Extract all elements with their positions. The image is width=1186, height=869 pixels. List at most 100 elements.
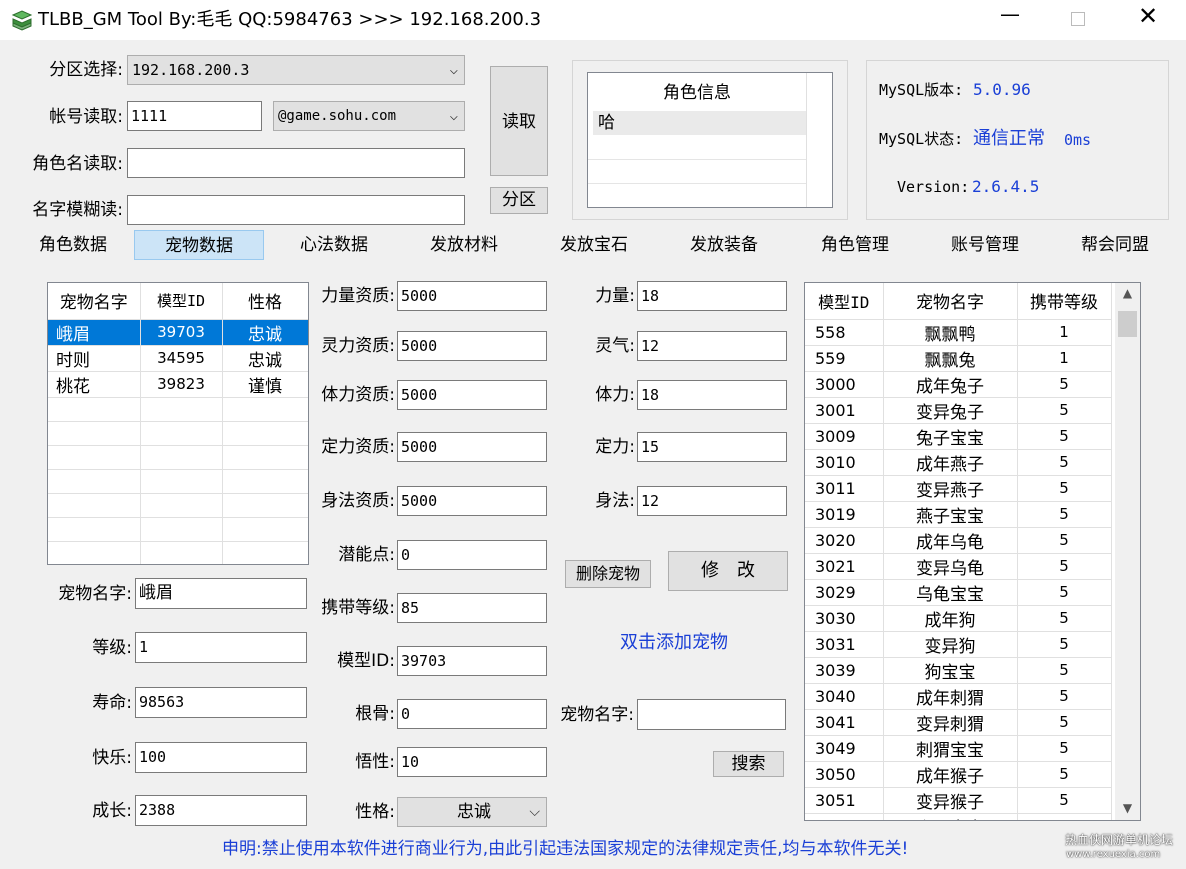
minimize-icon[interactable]: —: [1000, 4, 1020, 24]
table-row[interactable]: 时则 34595 忠诚: [48, 345, 308, 372]
con-input[interactable]: 18: [637, 380, 787, 410]
model-id-cell: 3001: [805, 397, 884, 424]
model-list[interactable]: 模型ID 宠物名字 携带等级 558 飘飘鸭 1 559 飘飘兔 1 3000 成年兔子 5 30…: [804, 282, 1141, 821]
nature-select-value: 忠诚: [457, 802, 491, 822]
table-row[interactable]: 3049 刺猬宝宝 5: [805, 735, 1112, 762]
tab-guild-alliance[interactable]: 帮会同盟: [1050, 230, 1180, 260]
pet-list-header-name[interactable]: 宠物名字: [48, 283, 141, 320]
scrollbar-thumb[interactable]: [1118, 311, 1137, 337]
role-info-list[interactable]: 角色信息 哈: [587, 72, 833, 208]
tab-role-manage[interactable]: 角色管理: [790, 230, 920, 260]
model-list-header-level[interactable]: 携带等级: [1017, 283, 1112, 320]
table-row[interactable]: 3030 成年狗 5: [805, 605, 1112, 632]
model-id-cell: 3020: [805, 527, 884, 554]
close-icon[interactable]: ✕: [1138, 4, 1158, 28]
read-button[interactable]: 读取: [490, 66, 548, 176]
bone-input[interactable]: 0: [397, 699, 547, 729]
table-row[interactable]: 峨眉 39703 忠诚: [48, 319, 308, 346]
tab-role-data[interactable]: 角色数据: [8, 230, 138, 260]
savvy-input[interactable]: 10: [397, 747, 547, 777]
tab-send-gem[interactable]: 发放宝石: [529, 230, 659, 260]
dex-apt-input[interactable]: 5000: [397, 486, 547, 516]
table-row[interactable]: 桃花 39823 谨慎: [48, 371, 308, 398]
table-row[interactable]: 3040 成年刺猬 5: [805, 683, 1112, 710]
tab-account-manage[interactable]: 账号管理: [920, 230, 1050, 260]
pet-list-header-nature[interactable]: 性格: [222, 283, 308, 320]
table-row[interactable]: 3019 燕子宝宝 5: [805, 501, 1112, 528]
pet-list[interactable]: 宠物名字 模型ID 性格 峨眉 39703 忠诚 时则 34595 忠诚 桃花 …: [47, 282, 309, 565]
chevron-down-icon: ⌵: [529, 804, 540, 820]
model-level-cell: 1: [1017, 345, 1112, 372]
role-name-input[interactable]: [127, 148, 465, 178]
growth-input[interactable]: 2388: [135, 795, 307, 826]
table-row[interactable]: 3009 兔子宝宝 5: [805, 423, 1112, 450]
search-pet-name-input[interactable]: [637, 699, 786, 730]
model-list-header-id[interactable]: 模型ID: [805, 283, 884, 320]
table-row[interactable]: 558 飘飘鸭 1: [805, 319, 1112, 346]
dex-input[interactable]: 12: [637, 486, 787, 516]
tool-version-label: Version:: [897, 178, 970, 196]
spr-apt-label: 灵力资质:: [321, 336, 395, 356]
table-row[interactable]: 3051 变异猴子 5: [805, 787, 1112, 814]
app-icon: [11, 10, 33, 31]
scroll-up-icon[interactable]: ▲: [1115, 283, 1140, 303]
spr-label: 灵气:: [595, 336, 635, 356]
table-row[interactable]: 3010 成年燕子 5: [805, 449, 1112, 476]
table-row[interactable]: 3000 成年兔子 5: [805, 371, 1112, 398]
tab-pet-data[interactable]: 宠物数据: [134, 230, 264, 260]
happy-input[interactable]: 100: [135, 742, 307, 773]
life-input[interactable]: 98563: [135, 687, 307, 718]
model-level-cell: 5: [1017, 527, 1112, 554]
table-row[interactable]: 3039 狗宝宝 5: [805, 657, 1112, 684]
pet-name-input[interactable]: 峨眉: [135, 578, 307, 609]
model-list-header-name[interactable]: 宠物名字: [883, 283, 1018, 320]
partition-select[interactable]: 192.168.200.3 ⌵: [127, 55, 465, 85]
empty-row: [48, 397, 308, 422]
spr-apt-input[interactable]: 5000: [397, 331, 547, 361]
mysql-status-value: 通信正常: [973, 128, 1045, 149]
table-row[interactable]: 559 飘飘兔 1: [805, 345, 1112, 372]
table-row[interactable]: 3041 变异刺猬 5: [805, 709, 1112, 736]
int-apt-input[interactable]: 5000: [397, 432, 547, 462]
domain-select[interactable]: @game.sohu.com ⌵: [273, 101, 465, 131]
nature-select[interactable]: 忠诚 ⌵: [397, 797, 547, 827]
partition-select-value: 192.168.200.3: [132, 61, 250, 79]
role-info-row[interactable]: 哈: [593, 111, 806, 135]
level-input[interactable]: 1: [135, 632, 307, 663]
pet-name-cell: 时则: [48, 345, 141, 372]
con-apt-input[interactable]: 5000: [397, 380, 547, 410]
model-id-cell: 3039: [805, 657, 884, 684]
table-row[interactable]: 3020 成年乌龟 5: [805, 527, 1112, 554]
pet-list-header-model[interactable]: 模型ID: [140, 283, 223, 320]
potential-input[interactable]: 0: [397, 540, 547, 570]
table-row[interactable]: 3011 变异燕子 5: [805, 475, 1112, 502]
tab-send-equipment[interactable]: 发放装备: [659, 230, 789, 260]
model-id-cell: 3021: [805, 553, 884, 580]
domain-select-value: @game.sohu.com: [278, 108, 397, 124]
table-row[interactable]: 3031 变异狗 5: [805, 631, 1112, 658]
str-apt-input[interactable]: 5000: [397, 281, 547, 311]
table-row[interactable]: 3029 乌龟宝宝 5: [805, 579, 1112, 606]
scrollbar[interactable]: ▲ ▼: [1115, 283, 1140, 820]
tab-skill-data[interactable]: 心法数据: [269, 230, 399, 260]
carry-level-input[interactable]: 85: [397, 593, 547, 623]
delete-pet-button[interactable]: 删除宠物: [565, 560, 651, 588]
tab-send-material[interactable]: 发放材料: [399, 230, 529, 260]
table-row[interactable]: 3059猴子宝宝5: [805, 813, 1112, 820]
spr-input[interactable]: 12: [637, 331, 787, 361]
fuzzy-name-input[interactable]: [127, 195, 465, 225]
scroll-down-icon[interactable]: ▼: [1115, 798, 1140, 818]
account-input[interactable]: 1111: [127, 101, 262, 131]
empty-row: [48, 493, 308, 518]
modify-button[interactable]: 修 改: [668, 551, 788, 591]
partition-button[interactable]: 分区: [490, 187, 548, 214]
table-row[interactable]: 3050 成年猴子 5: [805, 761, 1112, 788]
model-id-input[interactable]: 39703: [397, 646, 547, 676]
table-row[interactable]: 3001 变异兔子 5: [805, 397, 1112, 424]
search-button[interactable]: 搜索: [713, 751, 784, 777]
table-row[interactable]: 3021 变异乌龟 5: [805, 553, 1112, 580]
str-input[interactable]: 18: [637, 281, 787, 311]
mysql-version-value: 5.0.96: [973, 80, 1031, 99]
int-input[interactable]: 15: [637, 432, 787, 462]
title-bar[interactable]: TLBB_GM Tool By:毛毛 QQ:5984763 >>> 192.16…: [0, 0, 1186, 40]
